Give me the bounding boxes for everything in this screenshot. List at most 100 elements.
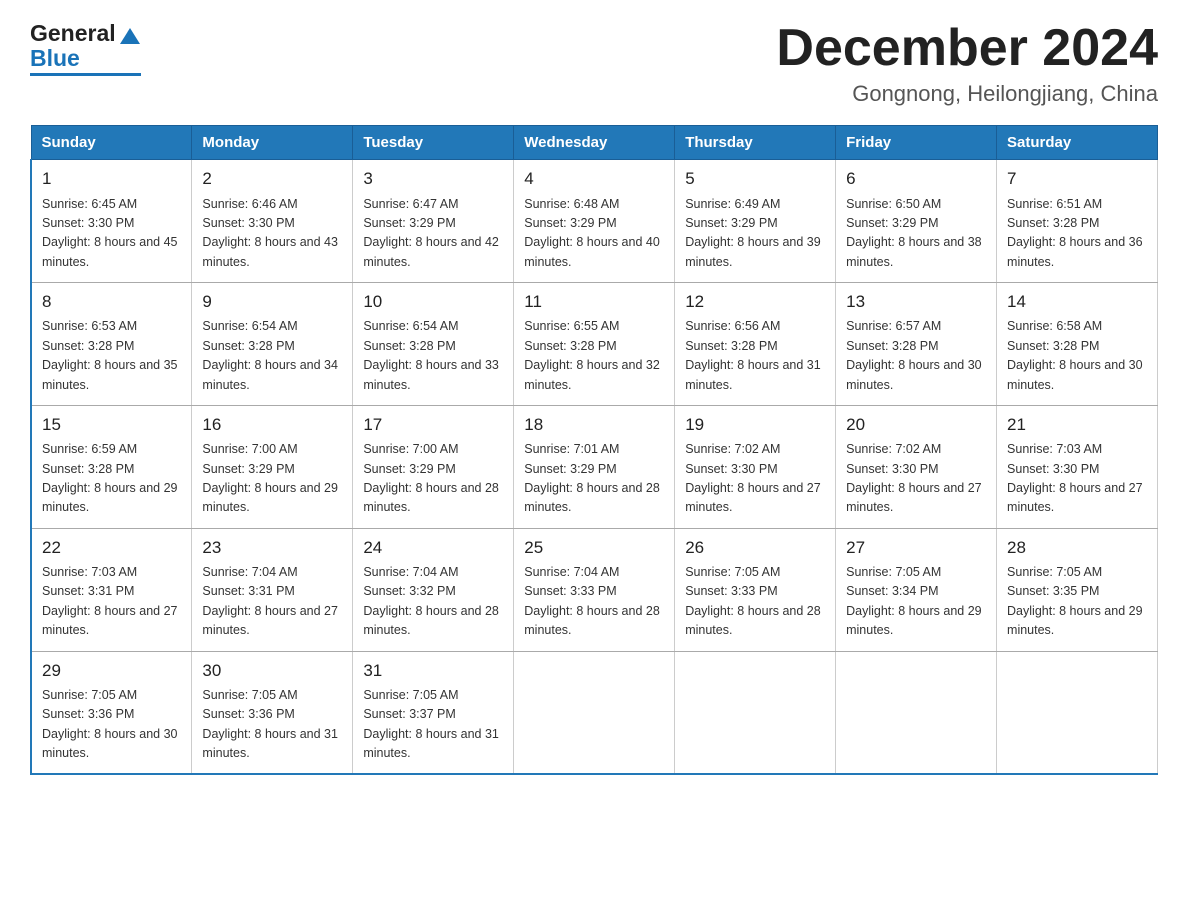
day-info: Sunrise: 7:00 AMSunset: 3:29 PMDaylight:… — [363, 442, 499, 514]
calendar-cell: 7 Sunrise: 6:51 AMSunset: 3:28 PMDayligh… — [997, 160, 1158, 283]
calendar-cell: 25 Sunrise: 7:04 AMSunset: 3:33 PMDaylig… — [514, 528, 675, 651]
day-info: Sunrise: 6:58 AMSunset: 3:28 PMDaylight:… — [1007, 319, 1143, 391]
calendar-cell: 27 Sunrise: 7:05 AMSunset: 3:34 PMDaylig… — [836, 528, 997, 651]
calendar-cell: 20 Sunrise: 7:02 AMSunset: 3:30 PMDaylig… — [836, 405, 997, 528]
calendar-table: SundayMondayTuesdayWednesdayThursdayFrid… — [30, 125, 1158, 775]
weekday-header-saturday: Saturday — [997, 126, 1158, 160]
calendar-cell: 2 Sunrise: 6:46 AMSunset: 3:30 PMDayligh… — [192, 160, 353, 283]
day-number: 12 — [685, 289, 825, 315]
calendar-cell: 16 Sunrise: 7:00 AMSunset: 3:29 PMDaylig… — [192, 405, 353, 528]
day-number: 13 — [846, 289, 986, 315]
calendar-cell: 24 Sunrise: 7:04 AMSunset: 3:32 PMDaylig… — [353, 528, 514, 651]
calendar-cell: 8 Sunrise: 6:53 AMSunset: 3:28 PMDayligh… — [31, 283, 192, 406]
logo: General Blue — [30, 20, 141, 76]
day-info: Sunrise: 7:04 AMSunset: 3:33 PMDaylight:… — [524, 565, 660, 637]
weekday-header-thursday: Thursday — [675, 126, 836, 160]
calendar-week-row: 22 Sunrise: 7:03 AMSunset: 3:31 PMDaylig… — [31, 528, 1158, 651]
day-info: Sunrise: 7:00 AMSunset: 3:29 PMDaylight:… — [202, 442, 338, 514]
day-info: Sunrise: 6:48 AMSunset: 3:29 PMDaylight:… — [524, 197, 660, 269]
day-info: Sunrise: 6:54 AMSunset: 3:28 PMDaylight:… — [202, 319, 338, 391]
calendar-cell: 28 Sunrise: 7:05 AMSunset: 3:35 PMDaylig… — [997, 528, 1158, 651]
day-info: Sunrise: 6:46 AMSunset: 3:30 PMDaylight:… — [202, 197, 338, 269]
day-info: Sunrise: 7:04 AMSunset: 3:31 PMDaylight:… — [202, 565, 338, 637]
day-info: Sunrise: 7:02 AMSunset: 3:30 PMDaylight:… — [846, 442, 982, 514]
day-info: Sunrise: 7:05 AMSunset: 3:33 PMDaylight:… — [685, 565, 821, 637]
calendar-week-row: 29 Sunrise: 7:05 AMSunset: 3:36 PMDaylig… — [31, 651, 1158, 774]
day-number: 19 — [685, 412, 825, 438]
calendar-cell: 23 Sunrise: 7:04 AMSunset: 3:31 PMDaylig… — [192, 528, 353, 651]
calendar-cell — [675, 651, 836, 774]
day-info: Sunrise: 6:47 AMSunset: 3:29 PMDaylight:… — [363, 197, 499, 269]
day-info: Sunrise: 7:05 AMSunset: 3:34 PMDaylight:… — [846, 565, 982, 637]
day-number: 20 — [846, 412, 986, 438]
day-info: Sunrise: 6:45 AMSunset: 3:30 PMDaylight:… — [42, 197, 178, 269]
day-info: Sunrise: 7:05 AMSunset: 3:37 PMDaylight:… — [363, 688, 499, 760]
day-info: Sunrise: 7:05 AMSunset: 3:36 PMDaylight:… — [202, 688, 338, 760]
day-number: 16 — [202, 412, 342, 438]
weekday-header-sunday: Sunday — [31, 126, 192, 160]
day-info: Sunrise: 6:59 AMSunset: 3:28 PMDaylight:… — [42, 442, 178, 514]
calendar-cell: 3 Sunrise: 6:47 AMSunset: 3:29 PMDayligh… — [353, 160, 514, 283]
day-number: 14 — [1007, 289, 1147, 315]
day-number: 26 — [685, 535, 825, 561]
logo-general-text: General — [30, 20, 116, 47]
calendar-cell — [514, 651, 675, 774]
day-info: Sunrise: 6:51 AMSunset: 3:28 PMDaylight:… — [1007, 197, 1143, 269]
calendar-cell: 14 Sunrise: 6:58 AMSunset: 3:28 PMDaylig… — [997, 283, 1158, 406]
day-number: 4 — [524, 166, 664, 192]
calendar-cell: 13 Sunrise: 6:57 AMSunset: 3:28 PMDaylig… — [836, 283, 997, 406]
day-info: Sunrise: 7:03 AMSunset: 3:31 PMDaylight:… — [42, 565, 178, 637]
weekday-header-tuesday: Tuesday — [353, 126, 514, 160]
calendar-cell: 19 Sunrise: 7:02 AMSunset: 3:30 PMDaylig… — [675, 405, 836, 528]
day-info: Sunrise: 6:50 AMSunset: 3:29 PMDaylight:… — [846, 197, 982, 269]
day-number: 29 — [42, 658, 181, 684]
day-number: 11 — [524, 289, 664, 315]
weekday-header-row: SundayMondayTuesdayWednesdayThursdayFrid… — [31, 126, 1158, 160]
day-number: 22 — [42, 535, 181, 561]
calendar-cell — [997, 651, 1158, 774]
day-info: Sunrise: 7:05 AMSunset: 3:36 PMDaylight:… — [42, 688, 178, 760]
page-header: General Blue December 2024 Gongnong, Hei… — [30, 20, 1158, 107]
logo-underline — [30, 73, 141, 76]
calendar-cell: 29 Sunrise: 7:05 AMSunset: 3:36 PMDaylig… — [31, 651, 192, 774]
calendar-cell: 18 Sunrise: 7:01 AMSunset: 3:29 PMDaylig… — [514, 405, 675, 528]
day-info: Sunrise: 7:05 AMSunset: 3:35 PMDaylight:… — [1007, 565, 1143, 637]
day-number: 17 — [363, 412, 503, 438]
day-number: 21 — [1007, 412, 1147, 438]
calendar-cell: 4 Sunrise: 6:48 AMSunset: 3:29 PMDayligh… — [514, 160, 675, 283]
calendar-cell — [836, 651, 997, 774]
calendar-cell: 11 Sunrise: 6:55 AMSunset: 3:28 PMDaylig… — [514, 283, 675, 406]
day-info: Sunrise: 6:53 AMSunset: 3:28 PMDaylight:… — [42, 319, 178, 391]
day-number: 18 — [524, 412, 664, 438]
day-info: Sunrise: 7:02 AMSunset: 3:30 PMDaylight:… — [685, 442, 821, 514]
calendar-cell: 15 Sunrise: 6:59 AMSunset: 3:28 PMDaylig… — [31, 405, 192, 528]
day-number: 1 — [42, 166, 181, 192]
calendar-cell: 30 Sunrise: 7:05 AMSunset: 3:36 PMDaylig… — [192, 651, 353, 774]
day-info: Sunrise: 7:04 AMSunset: 3:32 PMDaylight:… — [363, 565, 499, 637]
month-title: December 2024 — [776, 20, 1158, 77]
calendar-cell: 12 Sunrise: 6:56 AMSunset: 3:28 PMDaylig… — [675, 283, 836, 406]
day-number: 31 — [363, 658, 503, 684]
weekday-header-monday: Monday — [192, 126, 353, 160]
day-info: Sunrise: 6:55 AMSunset: 3:28 PMDaylight:… — [524, 319, 660, 391]
logo-arrow-icon — [119, 26, 141, 46]
day-number: 24 — [363, 535, 503, 561]
calendar-cell: 17 Sunrise: 7:00 AMSunset: 3:29 PMDaylig… — [353, 405, 514, 528]
day-number: 30 — [202, 658, 342, 684]
day-number: 23 — [202, 535, 342, 561]
day-number: 27 — [846, 535, 986, 561]
day-number: 9 — [202, 289, 342, 315]
calendar-cell: 5 Sunrise: 6:49 AMSunset: 3:29 PMDayligh… — [675, 160, 836, 283]
calendar-cell: 1 Sunrise: 6:45 AMSunset: 3:30 PMDayligh… — [31, 160, 192, 283]
day-number: 7 — [1007, 166, 1147, 192]
day-number: 28 — [1007, 535, 1147, 561]
calendar-week-row: 15 Sunrise: 6:59 AMSunset: 3:28 PMDaylig… — [31, 405, 1158, 528]
day-info: Sunrise: 7:03 AMSunset: 3:30 PMDaylight:… — [1007, 442, 1143, 514]
day-number: 10 — [363, 289, 503, 315]
day-info: Sunrise: 6:56 AMSunset: 3:28 PMDaylight:… — [685, 319, 821, 391]
location-subtitle: Gongnong, Heilongjiang, China — [776, 81, 1158, 107]
day-number: 5 — [685, 166, 825, 192]
day-info: Sunrise: 6:54 AMSunset: 3:28 PMDaylight:… — [363, 319, 499, 391]
day-info: Sunrise: 7:01 AMSunset: 3:29 PMDaylight:… — [524, 442, 660, 514]
calendar-cell: 6 Sunrise: 6:50 AMSunset: 3:29 PMDayligh… — [836, 160, 997, 283]
